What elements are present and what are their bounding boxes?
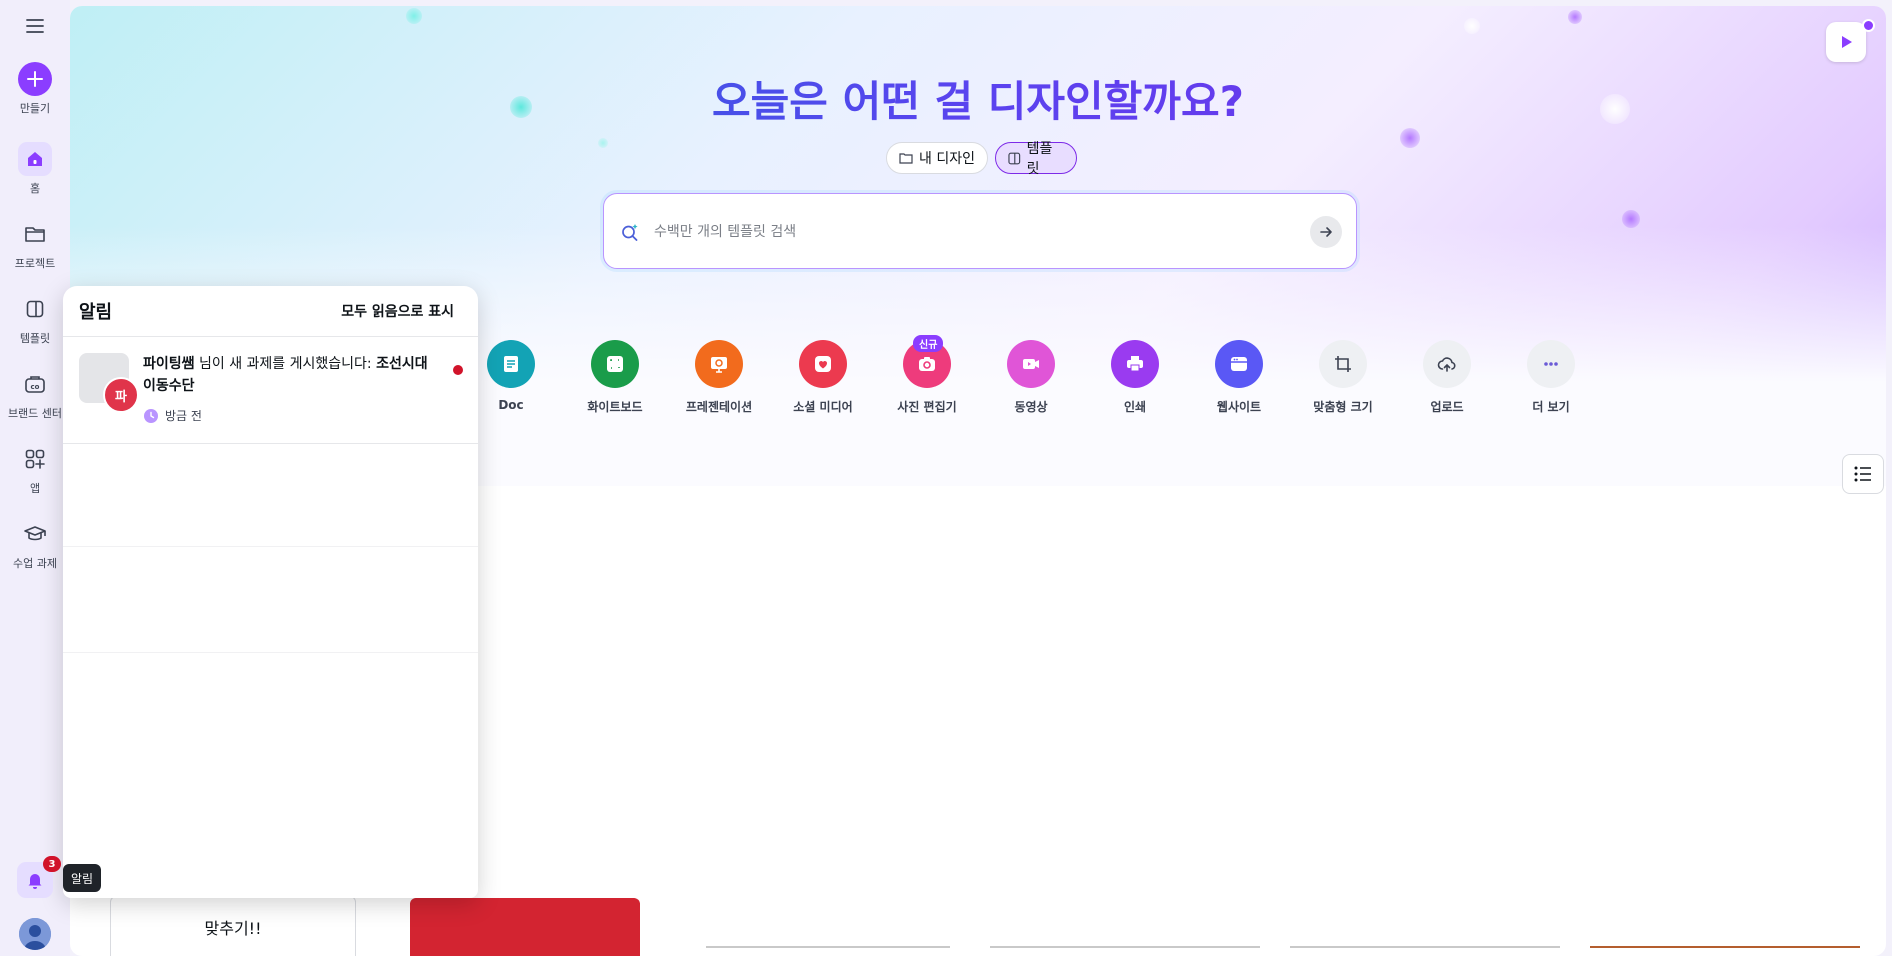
magic-search-icon <box>622 224 638 241</box>
design-card[interactable]: 맞추기!! <box>110 896 356 956</box>
category-website[interactable]: 웹사이트 <box>1189 340 1289 415</box>
clock-icon <box>144 408 158 423</box>
hamburger-icon <box>26 19 44 33</box>
sparkle-decoration <box>598 138 608 148</box>
user-icon <box>19 918 51 950</box>
category-more[interactable]: 더 보기 <box>1501 340 1601 415</box>
notification-author: 파이팅쌤 <box>143 356 195 372</box>
sidebar-item-label: 만들기 <box>19 102 51 115</box>
template-icon <box>1008 152 1021 164</box>
design-card[interactable] <box>706 946 950 956</box>
arrow-right-icon <box>1320 227 1332 237</box>
notification-time: 방금 전 <box>143 407 202 424</box>
sidebar-item-templates[interactable]: 템플릿 <box>0 292 70 346</box>
sparkle-decoration <box>1568 10 1582 24</box>
sidebar-item-label: 프로젝트 <box>14 257 56 270</box>
sidebar-item-label: 템플릿 <box>19 332 51 345</box>
panel-title: 알림 <box>79 302 113 323</box>
cloud-upload-icon <box>1437 357 1456 372</box>
sidebar-item-label: 수업 과제 <box>13 557 57 570</box>
category-upload[interactable]: 업로드 <box>1397 340 1497 415</box>
templates-toggle[interactable]: 템플릿 <box>995 141 1077 177</box>
sparkle-decoration <box>1464 18 1480 34</box>
sidebar-item-label: 앱 <box>29 482 41 495</box>
website-icon <box>1231 357 1247 371</box>
video-icon <box>1023 359 1039 369</box>
category-social-media[interactable]: 소셜 미디어 <box>773 340 873 415</box>
design-card[interactable] <box>410 898 640 956</box>
notification-body: 님이 새 과제를 게시했습니다: <box>194 356 377 372</box>
sidebar-item-apps[interactable]: 앱 <box>0 442 70 496</box>
presentation-icon <box>711 357 727 373</box>
notification-item[interactable]: 파 파이팅쌤 님이 새 과제를 게시했습니다: 조선시대 이동수단 방금 전 <box>63 337 478 444</box>
notification-count-badge: 3 <box>43 856 61 872</box>
printer-icon <box>1127 356 1143 372</box>
sparkle-decoration <box>406 8 422 24</box>
category-video[interactable]: 동영상 <box>981 340 1081 415</box>
sparkle-decoration <box>1400 128 1420 148</box>
search-submit-button[interactable] <box>1310 216 1342 248</box>
list-view-button[interactable] <box>1842 454 1884 494</box>
folder-icon <box>899 153 913 164</box>
sidebar-item-brand[interactable]: co 브랜드 센터 <box>0 367 70 421</box>
sidebar-item-create[interactable]: 만들기 <box>0 62 70 116</box>
heart-icon <box>815 356 831 372</box>
sidebar-item-classwork[interactable]: 수업 과제 <box>0 517 70 571</box>
list-icon <box>1854 466 1871 482</box>
sidebar-item-home[interactable]: 홈 <box>0 142 70 196</box>
home-icon <box>28 152 42 166</box>
sidebar-item-label: 홈 <box>29 182 41 195</box>
category-whiteboard[interactable]: 화이트보드 <box>565 340 665 415</box>
bell-icon <box>28 874 42 889</box>
page-title: 오늘은 어떤 걸 디자인할까요? <box>70 68 1886 129</box>
design-card[interactable] <box>1590 946 1860 956</box>
notification-dot <box>1862 19 1875 32</box>
card-text: 맞추기!! <box>204 919 262 938</box>
notification-placeholder <box>63 546 478 547</box>
category-custom-size[interactable]: 맞춤형 크기 <box>1293 340 1393 415</box>
design-card[interactable] <box>1290 946 1560 956</box>
crop-icon <box>1335 356 1351 372</box>
brand-icon: co <box>25 376 45 393</box>
play-button[interactable] <box>1826 22 1866 62</box>
notifications-panel: 알림 모두 읽음으로 표시 파 파이팅쌤 님이 새 과제를 게시했습니다: 조선… <box>63 286 478 898</box>
template-icon <box>26 300 44 318</box>
graduation-cap-icon <box>24 526 46 541</box>
sidebar-item-label: 브랜드 센터 <box>7 407 63 420</box>
apps-icon <box>25 449 45 469</box>
notification-placeholder <box>63 652 478 653</box>
unread-dot <box>453 365 463 375</box>
folder-icon <box>25 227 45 242</box>
svg-text:co: co <box>31 383 40 391</box>
author-avatar: 파 <box>103 377 139 413</box>
menu-button[interactable] <box>22 16 48 36</box>
design-card[interactable] <box>990 946 1260 956</box>
new-badge: 신규 <box>913 335 944 352</box>
user-avatar[interactable] <box>19 918 51 950</box>
template-search-box[interactable] <box>603 193 1357 269</box>
notification-message: 파이팅쌤 님이 새 과제를 게시했습니다: 조선시대 이동수단 <box>143 353 431 397</box>
doc-icon <box>504 356 518 372</box>
mark-all-read-button[interactable]: 모두 읽음으로 표시 <box>341 301 454 321</box>
camera-icon <box>919 357 935 371</box>
left-rail: 만들기 홈 프로젝트 템플릿 co 브랜드 센터 앱 수업 과제 <box>0 0 70 956</box>
bell-tooltip: 알림 <box>63 864 102 892</box>
whiteboard-icon <box>607 356 623 372</box>
category-photo-editor[interactable]: 신규 사진 편집기 <box>877 335 977 415</box>
my-designs-toggle[interactable]: 내 디자인 <box>886 142 988 174</box>
category-print[interactable]: 인쇄 <box>1085 340 1185 415</box>
more-icon <box>1544 362 1558 366</box>
sidebar-item-projects[interactable]: 프로젝트 <box>0 217 70 271</box>
search-input[interactable] <box>652 218 1256 246</box>
plus-icon <box>27 71 43 87</box>
category-presentation[interactable]: 프레젠테이션 <box>669 340 769 415</box>
play-icon <box>1842 36 1852 48</box>
